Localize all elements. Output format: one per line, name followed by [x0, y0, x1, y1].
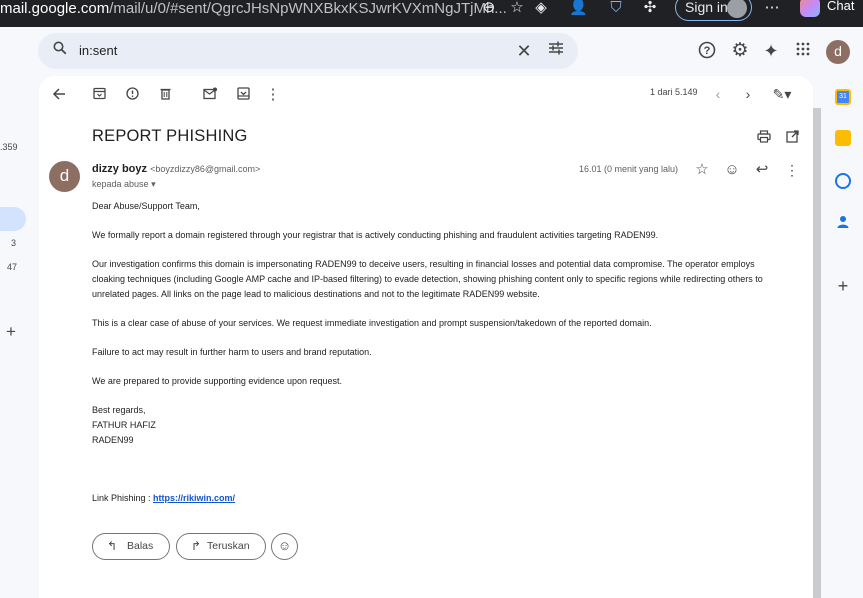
copilot-logo-icon: [800, 0, 820, 17]
label-count: .359: [0, 142, 18, 152]
email-timestamp: 16.01 (0 menit yang lalu): [579, 164, 679, 174]
back-arrow-icon[interactable]: [51, 87, 67, 103]
profile-avatar-icon: [727, 0, 747, 18]
reply-button[interactable]: ↰ Balas: [92, 533, 170, 560]
sender-avatar: d: [49, 161, 80, 192]
body-paragraph: This is a clear case of abuse of your se…: [92, 317, 652, 328]
delete-trash-icon[interactable]: [157, 87, 173, 103]
star-icon[interactable]: ☆: [694, 162, 710, 178]
forward-label: Teruskan: [207, 540, 250, 552]
phishing-link-line: Link Phishing : https://rikiwin.com/: [92, 491, 782, 506]
more-options-icon[interactable]: ⋮: [265, 87, 281, 103]
newer-chevron-icon[interactable]: ‹: [710, 86, 726, 102]
sender-email: <boyzdizzy86@gmail.com>: [150, 164, 261, 174]
emoji-react-button[interactable]: ☺: [271, 533, 298, 560]
signin-label: Sign in: [685, 0, 728, 15]
search-bar[interactable]: in:sent ✕: [38, 33, 578, 69]
older-chevron-icon[interactable]: ›: [740, 86, 756, 102]
settings-gear-icon[interactable]: ⚙: [730, 41, 750, 61]
label-count: 3: [11, 238, 17, 248]
clear-search-icon[interactable]: ✕: [514, 41, 534, 61]
signin-button[interactable]: Sign in: [675, 0, 752, 21]
signature-name: FATHUR HAFIZ: [92, 419, 156, 430]
reply-icon[interactable]: ↩: [754, 162, 770, 178]
message-more-icon[interactable]: ⋮: [784, 162, 800, 178]
help-icon[interactable]: ?: [697, 41, 717, 61]
reply-arrow-icon: ↰: [107, 539, 118, 553]
sender-line: dizzy boyz <boyzdizzy86@gmail.com>: [92, 163, 260, 175]
email-subject: REPORT PHISHING: [92, 127, 248, 145]
more-menu-icon[interactable]: ⋯: [763, 0, 781, 18]
url-path: /mail/u/0/#sent/QgrcJHsNpWNXBkxKSJwrKVXm…: [109, 0, 507, 17]
add-addon-icon[interactable]: +: [835, 277, 851, 295]
keep-icon[interactable]: [835, 130, 851, 146]
gemini-sparkle-icon[interactable]: ✦: [761, 41, 781, 61]
signoff: Best regards,: [92, 405, 146, 416]
bookmark-star-icon[interactable]: ☆: [508, 0, 526, 18]
svg-text:?: ?: [704, 45, 711, 57]
calendar-icon[interactable]: 31: [835, 89, 851, 105]
greeting: Dear Abuse/Support Team,: [92, 201, 200, 211]
tasks-icon[interactable]: [835, 173, 851, 189]
selected-nav-item[interactable]: [0, 207, 26, 231]
message-counter: 1 dari 5.149: [650, 87, 698, 97]
body-paragraph: We formally report a domain registered t…: [92, 230, 659, 241]
forward-button[interactable]: ↱ Teruskan: [176, 533, 266, 560]
mark-unread-icon[interactable]: [202, 87, 218, 103]
label-count: 47: [7, 262, 18, 272]
recipient-line[interactable]: kepada abuse ▾: [92, 179, 156, 190]
recipient-dropdown-icon[interactable]: ▾: [151, 179, 156, 189]
move-to-icon[interactable]: [235, 87, 251, 103]
chat-button[interactable]: Chat: [797, 0, 863, 21]
link-label: Link Phishing :: [92, 493, 154, 504]
add-label-icon[interactable]: +: [6, 322, 16, 342]
phishing-link[interactable]: https://rikiwin.com/: [153, 493, 235, 503]
emoji-reaction-icon[interactable]: ☺: [724, 162, 740, 178]
apps-grid-icon[interactable]: [793, 41, 813, 61]
archive-icon[interactable]: [91, 87, 107, 103]
scrollbar[interactable]: [813, 108, 821, 598]
extension-diamond-icon[interactable]: ◈: [532, 0, 550, 18]
search-page-icon[interactable]: ⊖: [480, 0, 498, 18]
email-body: Dear Abuse/Support Team, We formally rep…: [92, 199, 782, 506]
contacts-icon[interactable]: [837, 215, 849, 231]
report-spam-icon[interactable]: [124, 87, 140, 103]
chat-label: Chat: [827, 0, 855, 13]
person-extension-icon[interactable]: 👤: [569, 0, 588, 18]
sender-name: dizzy boyz: [92, 163, 148, 175]
search-options-icon[interactable]: [546, 41, 566, 61]
extensions-puzzle-icon[interactable]: ✣: [641, 0, 659, 18]
address-bar[interactable]: mail.google.com/mail/u/0/#sent/QgrcJHsNp…: [0, 0, 507, 20]
input-tools-icon[interactable]: ✎▾: [769, 86, 795, 102]
email-view: ⋮ 1 dari 5.149 ‹ › ✎▾ REPORT PHISHING d …: [39, 76, 813, 598]
search-icon[interactable]: [50, 41, 70, 61]
open-new-window-icon[interactable]: [784, 130, 800, 146]
side-panel: 31 +: [825, 80, 863, 598]
body-paragraph: We are prepared to provide supporting ev…: [92, 376, 342, 387]
url-domain: mail.google.com: [0, 0, 110, 17]
reply-label: Balas: [127, 540, 154, 552]
account-avatar[interactable]: d: [826, 40, 850, 64]
browser-toolbar: mail.google.com/mail/u/0/#sent/QgrcJHsNp…: [0, 0, 863, 27]
body-paragraph: Failure to act may result in further har…: [92, 346, 372, 357]
search-input[interactable]: in:sent: [79, 43, 117, 58]
recipient: kepada abuse: [92, 179, 149, 189]
shield-extension-icon[interactable]: ⛉: [607, 0, 625, 18]
print-icon[interactable]: [756, 130, 772, 146]
forward-arrow-icon: ↱: [191, 539, 202, 553]
signature-org: RADEN99: [92, 434, 134, 445]
body-paragraph: Our investigation confirms this domain i…: [92, 259, 763, 299]
